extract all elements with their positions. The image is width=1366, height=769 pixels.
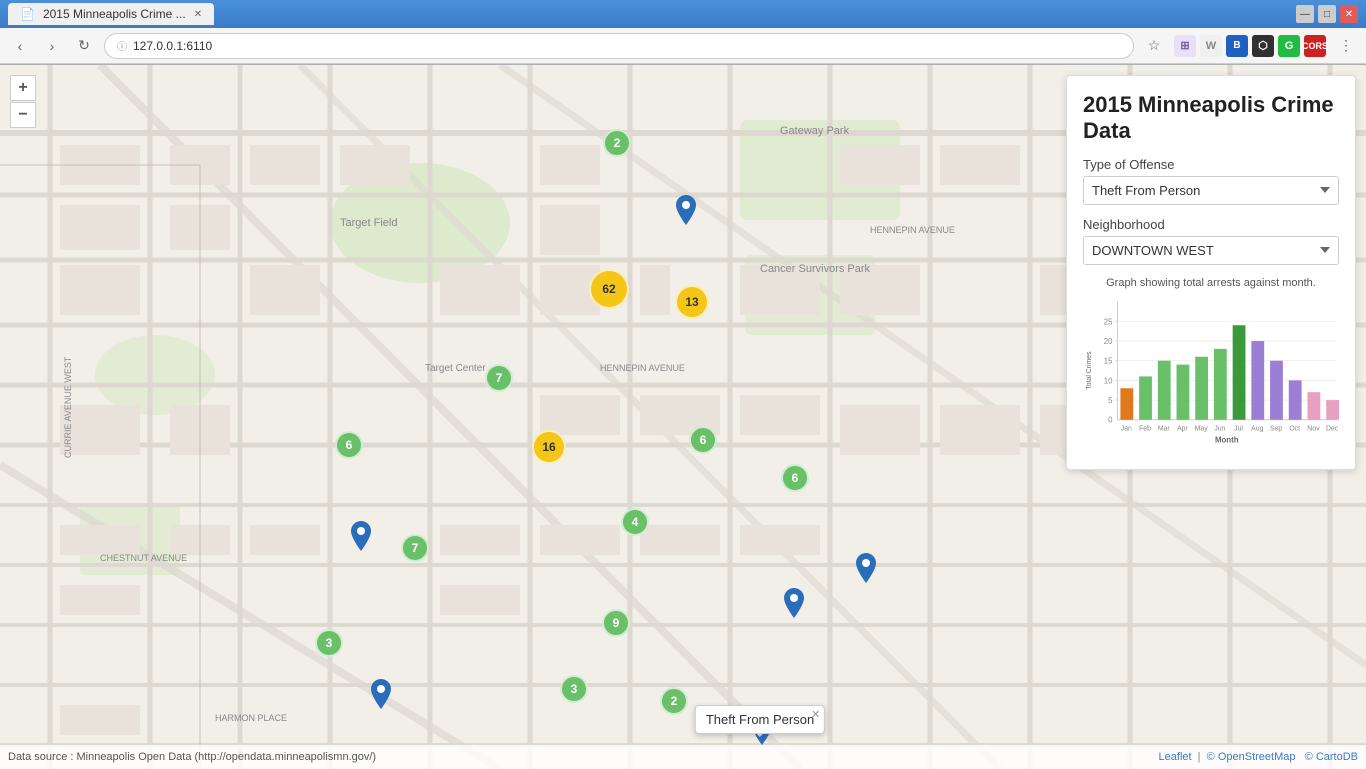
footer-left: Data source : Minneapolis Open Data (htt…: [8, 751, 376, 763]
svg-text:25: 25: [1104, 317, 1113, 326]
ext-cors-icon[interactable]: CORS: [1304, 35, 1326, 57]
pin-marker[interactable]: [351, 521, 371, 551]
cluster-marker[interactable]: 62: [589, 269, 629, 309]
svg-text:Total Crimes: Total Crimes: [1086, 351, 1093, 390]
cluster-marker[interactable]: 2: [603, 129, 631, 157]
svg-text:20: 20: [1104, 337, 1113, 346]
zoom-in-btn[interactable]: +: [10, 75, 36, 101]
sidebar-panel: 2015 Minneapolis Crime Data Type of Offe…: [1066, 75, 1356, 470]
browser-extensions: ⊞ W B ⬡ G CORS: [1174, 35, 1326, 57]
tooltip: ✕ Theft From Person: [695, 705, 825, 734]
chart-svg: 0 5 10 15 20 25: [1083, 293, 1339, 453]
ext-1p-icon[interactable]: ⬡: [1252, 35, 1274, 57]
cluster-marker[interactable]: 2: [660, 687, 688, 715]
maximize-btn[interactable]: □: [1318, 5, 1336, 23]
map-container[interactable]: Gateway Park Target Field Target Center …: [0, 65, 1366, 769]
svg-text:Jun: Jun: [1214, 425, 1225, 432]
forward-btn[interactable]: ›: [40, 34, 64, 58]
carto-link[interactable]: © CartoDB: [1305, 751, 1358, 763]
svg-text:Sep: Sep: [1270, 425, 1282, 432]
cluster-marker[interactable]: 16: [532, 430, 566, 464]
pin-marker[interactable]: [371, 679, 391, 709]
map-zoom-controls: + −: [10, 75, 36, 128]
back-btn[interactable]: ‹: [8, 34, 32, 58]
tab-title: 2015 Minneapolis Crime ...: [43, 7, 186, 21]
svg-text:Jan: Jan: [1121, 425, 1132, 432]
svg-text:10: 10: [1104, 376, 1113, 385]
bookmark-btn[interactable]: ☆: [1142, 34, 1166, 58]
svg-text:May: May: [1195, 425, 1209, 432]
cluster-marker[interactable]: 13: [675, 285, 709, 319]
close-btn[interactable]: ✕: [1340, 5, 1358, 23]
cluster-marker[interactable]: 9: [602, 609, 630, 637]
tab-favicon: 📄: [20, 7, 35, 21]
ext-b-icon[interactable]: B: [1226, 35, 1248, 57]
tab-close-btn[interactable]: ✕: [194, 9, 202, 20]
ext-grid-icon[interactable]: ⊞: [1174, 35, 1196, 57]
svg-text:Nov: Nov: [1307, 425, 1320, 432]
chart-area: 0 5 10 15 20 25: [1083, 293, 1339, 453]
address-text: 127.0.0.1:6110: [133, 39, 212, 53]
title-bar: 📄 2015 Minneapolis Crime ... ✕ — □ ✕: [0, 0, 1366, 28]
chart-title: Graph showing total arrests against mont…: [1083, 277, 1339, 289]
pin-marker[interactable]: [784, 588, 804, 618]
browser-tab[interactable]: 📄 2015 Minneapolis Crime ... ✕: [8, 3, 214, 25]
footer-right: Leaflet | © OpenStreetMap © CartoDB: [1159, 751, 1358, 763]
cluster-marker[interactable]: 6: [689, 426, 717, 454]
ext-g-icon[interactable]: G: [1278, 35, 1300, 57]
tooltip-close-btn[interactable]: ✕: [811, 708, 820, 721]
cluster-marker[interactable]: 4: [621, 508, 649, 536]
svg-text:5: 5: [1108, 396, 1113, 405]
offense-select[interactable]: Theft From Person Burglary Robbery Auto …: [1083, 176, 1339, 205]
settings-btn[interactable]: ⋮: [1334, 34, 1358, 58]
svg-text:Month: Month: [1215, 435, 1239, 444]
svg-text:Mar: Mar: [1158, 425, 1171, 432]
offense-label: Type of Offense: [1083, 157, 1339, 172]
address-lock-icon: ⓘ: [117, 38, 127, 53]
nav-bar: ‹ › ↻ ⓘ 127.0.0.1:6110 ☆ ⊞ W B ⬡ G CORS …: [0, 28, 1366, 64]
browser-chrome: 📄 2015 Minneapolis Crime ... ✕ — □ ✕ ‹ ›…: [0, 0, 1366, 65]
cluster-marker[interactable]: 6: [335, 431, 363, 459]
address-bar[interactable]: ⓘ 127.0.0.1:6110: [104, 33, 1134, 59]
reload-btn[interactable]: ↻: [72, 34, 96, 58]
osm-link[interactable]: © OpenStreetMap: [1207, 751, 1296, 763]
neighborhood-label: Neighborhood: [1083, 217, 1339, 232]
svg-text:Aug: Aug: [1251, 425, 1263, 432]
svg-text:0: 0: [1108, 416, 1113, 425]
svg-text:Dec: Dec: [1326, 425, 1339, 432]
map-footer: Data source : Minneapolis Open Data (htt…: [0, 745, 1366, 769]
neighborhood-select[interactable]: DOWNTOWN WEST DOWNTOWN EAST NORTH LOOP E…: [1083, 236, 1339, 265]
cluster-marker[interactable]: 7: [401, 534, 429, 562]
zoom-out-btn[interactable]: −: [10, 102, 36, 128]
pin-marker[interactable]: [676, 195, 696, 225]
svg-text:15: 15: [1104, 356, 1113, 365]
cluster-marker[interactable]: 3: [560, 675, 588, 703]
svg-text:Apr: Apr: [1177, 425, 1188, 432]
cluster-marker[interactable]: 6: [781, 464, 809, 492]
sidebar-title: 2015 Minneapolis Crime Data: [1083, 92, 1339, 145]
tooltip-text: Theft From Person: [706, 712, 814, 727]
svg-text:Feb: Feb: [1139, 425, 1151, 432]
window-controls: — □ ✕: [1296, 5, 1358, 23]
minimize-btn[interactable]: —: [1296, 5, 1314, 23]
svg-text:Oct: Oct: [1289, 425, 1300, 432]
ext-wp-icon[interactable]: W: [1200, 35, 1222, 57]
cluster-marker[interactable]: 3: [315, 629, 343, 657]
svg-text:Jul: Jul: [1234, 425, 1243, 432]
pin-marker[interactable]: [856, 553, 876, 583]
leaflet-link[interactable]: Leaflet: [1159, 751, 1192, 763]
cluster-marker[interactable]: 7: [485, 364, 513, 392]
